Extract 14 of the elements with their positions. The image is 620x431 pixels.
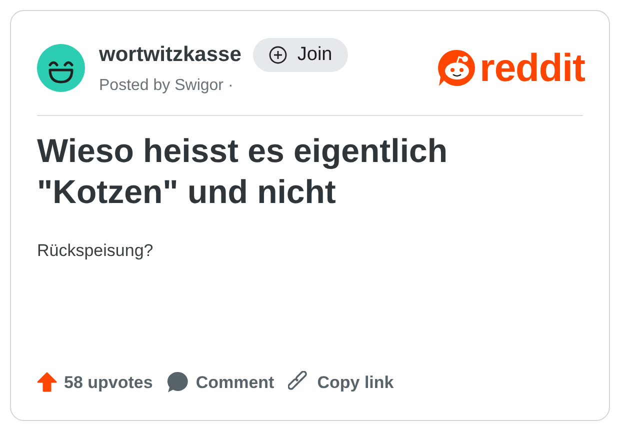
copy-link-button[interactable]: Copy link [288,370,394,395]
speech-bubble-icon [166,371,189,394]
alien-mascot-icon [436,48,477,88]
post-title: Wieso heisst es eigentlich "Kotzen" und nicht [37,131,449,212]
post-body: Rückspeisung? [37,240,154,262]
brand-logo-text: reddit [480,48,585,88]
subreddit-name[interactable]: wortwitzkasse [99,39,242,71]
upvote-button[interactable]: 58 upvotes [37,370,153,395]
comment-button[interactable]: Comment [166,370,274,395]
posted-by-text: Posted by Swigor · [99,76,234,96]
join-button[interactable]: Join [253,38,348,72]
upvote-arrow-icon [37,372,57,392]
smiling-face-icon [37,44,85,92]
plus-circle-icon [269,46,288,64]
